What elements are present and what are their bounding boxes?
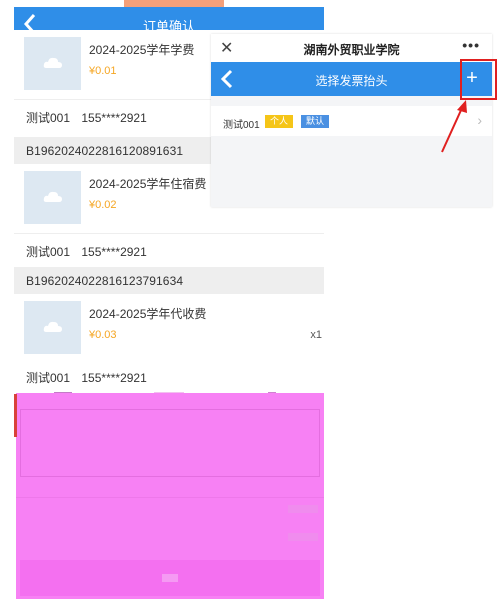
top-orange-strip [124,0,224,7]
contact-name: 测试001 [26,371,71,385]
contact-phone: 155****2921 [81,245,147,259]
cloud-image-icon [43,191,62,202]
arrow-annotation [441,100,467,153]
chevron-right-icon: › [477,112,482,128]
highlight-box [460,59,497,100]
submit-button[interactable] [20,560,320,596]
item-name: 2024-2025学年代收费 [89,307,207,321]
contact-name: 测试001 [26,245,71,259]
default-badge: 默认 [301,115,330,128]
school-name: 湖南外贸职业学院 [303,43,400,57]
item-quantity: x1 [310,329,322,341]
divider [16,497,324,498]
item-name: 2024-2025学年住宿费 [89,177,207,191]
cloud-image-icon [43,321,62,332]
nav-bar: 选择发票抬头 + [211,62,492,96]
contact-phone: 155****2921 [81,371,147,385]
cloud-image-icon [43,57,62,68]
redacted-region [16,393,324,599]
page-title: 选择发票抬头 [315,74,388,88]
item-price: ¥0.02 [89,199,117,211]
product-image [24,301,81,354]
contact-phone: 155****2921 [81,111,147,125]
contact-name: 测试001 [26,111,71,125]
annotation-edge [14,394,17,437]
redacted-value [288,533,318,541]
list-item[interactable]: 2024-2025学年代收费 ¥0.03 x1 [14,294,324,364]
miniapp-header: ✕ 湖南外贸职业学院 ••• [211,34,492,62]
screenshot-stage: 订单确认 2024-2025学年学费 ¥0.01 测试001 155****29… [0,0,499,599]
product-image [24,171,81,224]
redacted-value [288,505,318,513]
contact-row: 测试001 155****2921 [14,234,324,268]
more-icon[interactable]: ••• [462,37,480,53]
redacted-panel [20,409,320,477]
item-price: ¥0.03 [89,329,117,341]
order-number: B1962024022816123791634 [14,267,324,294]
item-name: 2024-2025学年学费 [89,43,195,57]
invoice-header-name: 测试001 [223,120,260,131]
product-image [24,37,81,90]
item-price: ¥0.01 [89,65,117,77]
personal-badge: 个人 [265,115,294,128]
contact-row: 测试001 155****2921 [14,360,324,394]
